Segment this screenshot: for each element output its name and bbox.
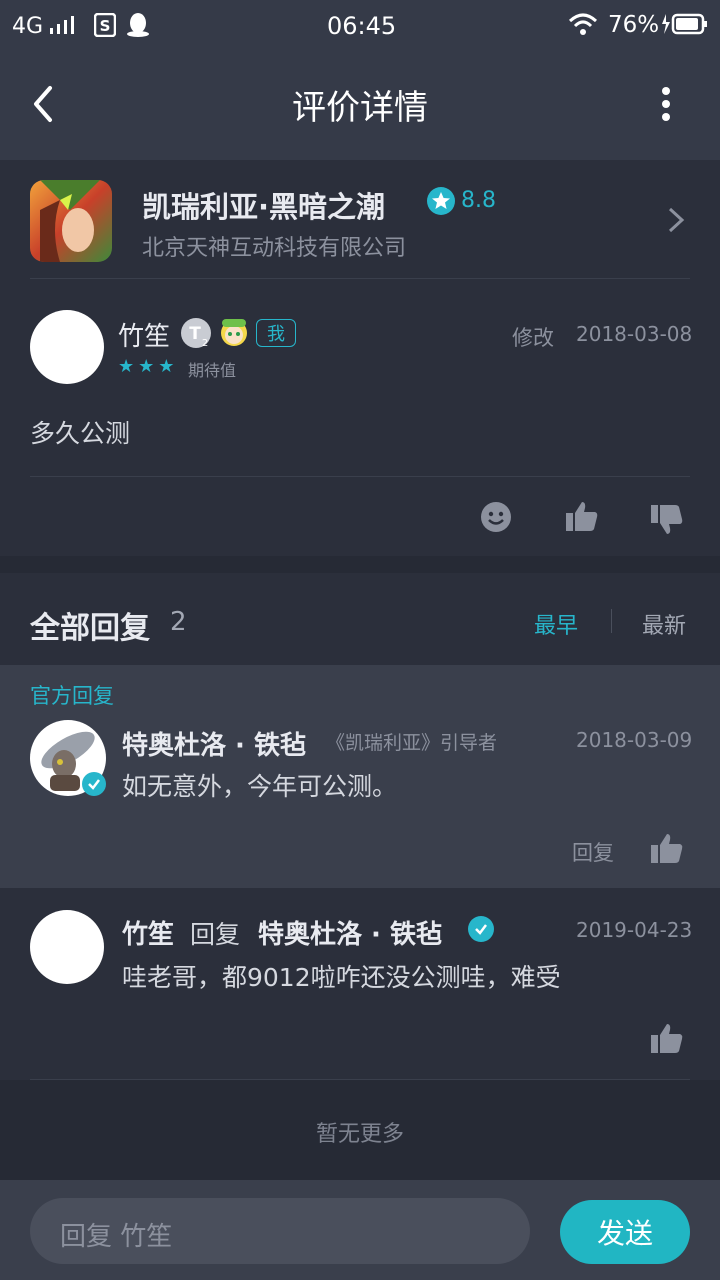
official-label: 官方回复 — [30, 684, 114, 708]
reply-date: 2019-04-23 — [576, 918, 693, 942]
star-icon: ★ — [158, 356, 175, 377]
thumbs-up-icon[interactable] — [650, 832, 684, 868]
game-rating: 8.8 — [461, 188, 496, 213]
signal-icon — [50, 16, 76, 40]
battery-icon — [660, 12, 708, 40]
official-date: 2018-03-09 — [576, 728, 693, 752]
svg-text:2: 2 — [202, 338, 208, 349]
reply-username[interactable]: 竹笙 — [122, 914, 174, 951]
network-label: 4G — [12, 14, 44, 39]
send-button[interactable]: 发送 — [560, 1200, 690, 1264]
chevron-right-icon — [666, 206, 686, 238]
top-bar: 4G S 06:45 76% 评价详情 — [0, 0, 720, 160]
official-reply: 官方回复 特奥杜洛 · 铁毡 《凯瑞利亚》引导者 2018-03-09 如无意外… — [0, 665, 720, 888]
avatar[interactable] — [30, 910, 104, 984]
review-username[interactable]: 竹笙 — [118, 316, 170, 353]
official-content: 如无意外，今年可公测。 — [122, 772, 398, 801]
svg-text:T: T — [189, 324, 201, 344]
sim-icon: S — [93, 12, 117, 41]
review-stars: ★ ★ ★ — [118, 356, 174, 377]
review-card: 凯瑞利亚·黑暗之潮 8.8 北京天神互动科技有限公司 竹笙 T2 我 ★ ★ ★… — [0, 160, 720, 556]
star-icon: ★ — [138, 356, 155, 377]
page-title: 评价详情 — [292, 88, 428, 128]
reply-word: 回复 — [190, 920, 241, 949]
reply-input-placeholder: 回复 竹笙 — [60, 1222, 173, 1252]
more-icon[interactable] — [660, 86, 672, 126]
status-bar: 4G S 06:45 76% — [0, 0, 720, 52]
verified-icon — [468, 916, 494, 942]
emoji-icon[interactable] — [480, 501, 512, 537]
level-badge-icon: T2 — [180, 317, 212, 353]
official-role: 《凯瑞利亚》引导者 — [326, 732, 498, 754]
star-icon: ★ — [118, 356, 135, 377]
wifi-icon — [568, 12, 598, 40]
thumbs-down-icon[interactable] — [650, 504, 684, 540]
reply-link[interactable]: 回复 — [572, 837, 614, 867]
divider — [30, 1079, 690, 1080]
verified-icon — [82, 772, 106, 796]
me-tag: 我 — [256, 319, 296, 347]
replies-count: 2 — [170, 607, 187, 637]
clock: 06:45 — [327, 12, 397, 40]
battery-percent: 76% — [608, 12, 660, 38]
game-info-row[interactable]: 凯瑞利亚·黑暗之潮 8.8 北京天神互动科技有限公司 — [0, 160, 720, 278]
reply-item: 竹笙 回复 特奥杜洛 · 铁毡 2019-04-23 哇老哥，都9012啦咋还没… — [0, 888, 720, 1080]
game-icon — [30, 180, 112, 262]
stars-label: 期待值 — [188, 361, 237, 380]
character-badge-icon — [218, 315, 250, 353]
edit-link[interactable]: 修改 — [512, 322, 554, 352]
reply-input[interactable]: 回复 竹笙 — [30, 1198, 530, 1264]
avatar[interactable] — [30, 310, 104, 384]
reply-footer: 回复 竹笙 发送 — [0, 1180, 720, 1280]
review-date: 2018-03-08 — [576, 322, 693, 346]
no-more-label: 暂无更多 — [315, 1122, 404, 1147]
divider — [30, 476, 690, 477]
replies-header: 全部回复 2 最早 最新 — [0, 573, 720, 665]
review-content: 多久公测 — [30, 419, 131, 448]
replies-title: 全部回复 — [30, 611, 150, 646]
game-name: 凯瑞利亚·黑暗之潮 — [142, 190, 386, 224]
rating-star-icon — [427, 187, 455, 219]
sort-earliest-tab[interactable]: 最早 — [534, 608, 578, 640]
svg-text:S: S — [100, 17, 111, 35]
reply-target[interactable]: 特奥杜洛 · 铁毡 — [258, 914, 442, 951]
qq-icon — [126, 12, 150, 42]
thumbs-up-icon[interactable] — [565, 500, 599, 536]
game-developer: 北京天神互动科技有限公司 — [142, 236, 407, 261]
reply-content: 哇老哥，都9012啦咋还没公测哇，难受 — [122, 963, 561, 992]
divider — [30, 278, 690, 279]
sort-divider — [611, 609, 612, 633]
official-username[interactable]: 特奥杜洛 · 铁毡 — [122, 725, 306, 762]
thumbs-up-icon[interactable] — [650, 1022, 684, 1058]
sort-latest-tab[interactable]: 最新 — [642, 608, 686, 640]
